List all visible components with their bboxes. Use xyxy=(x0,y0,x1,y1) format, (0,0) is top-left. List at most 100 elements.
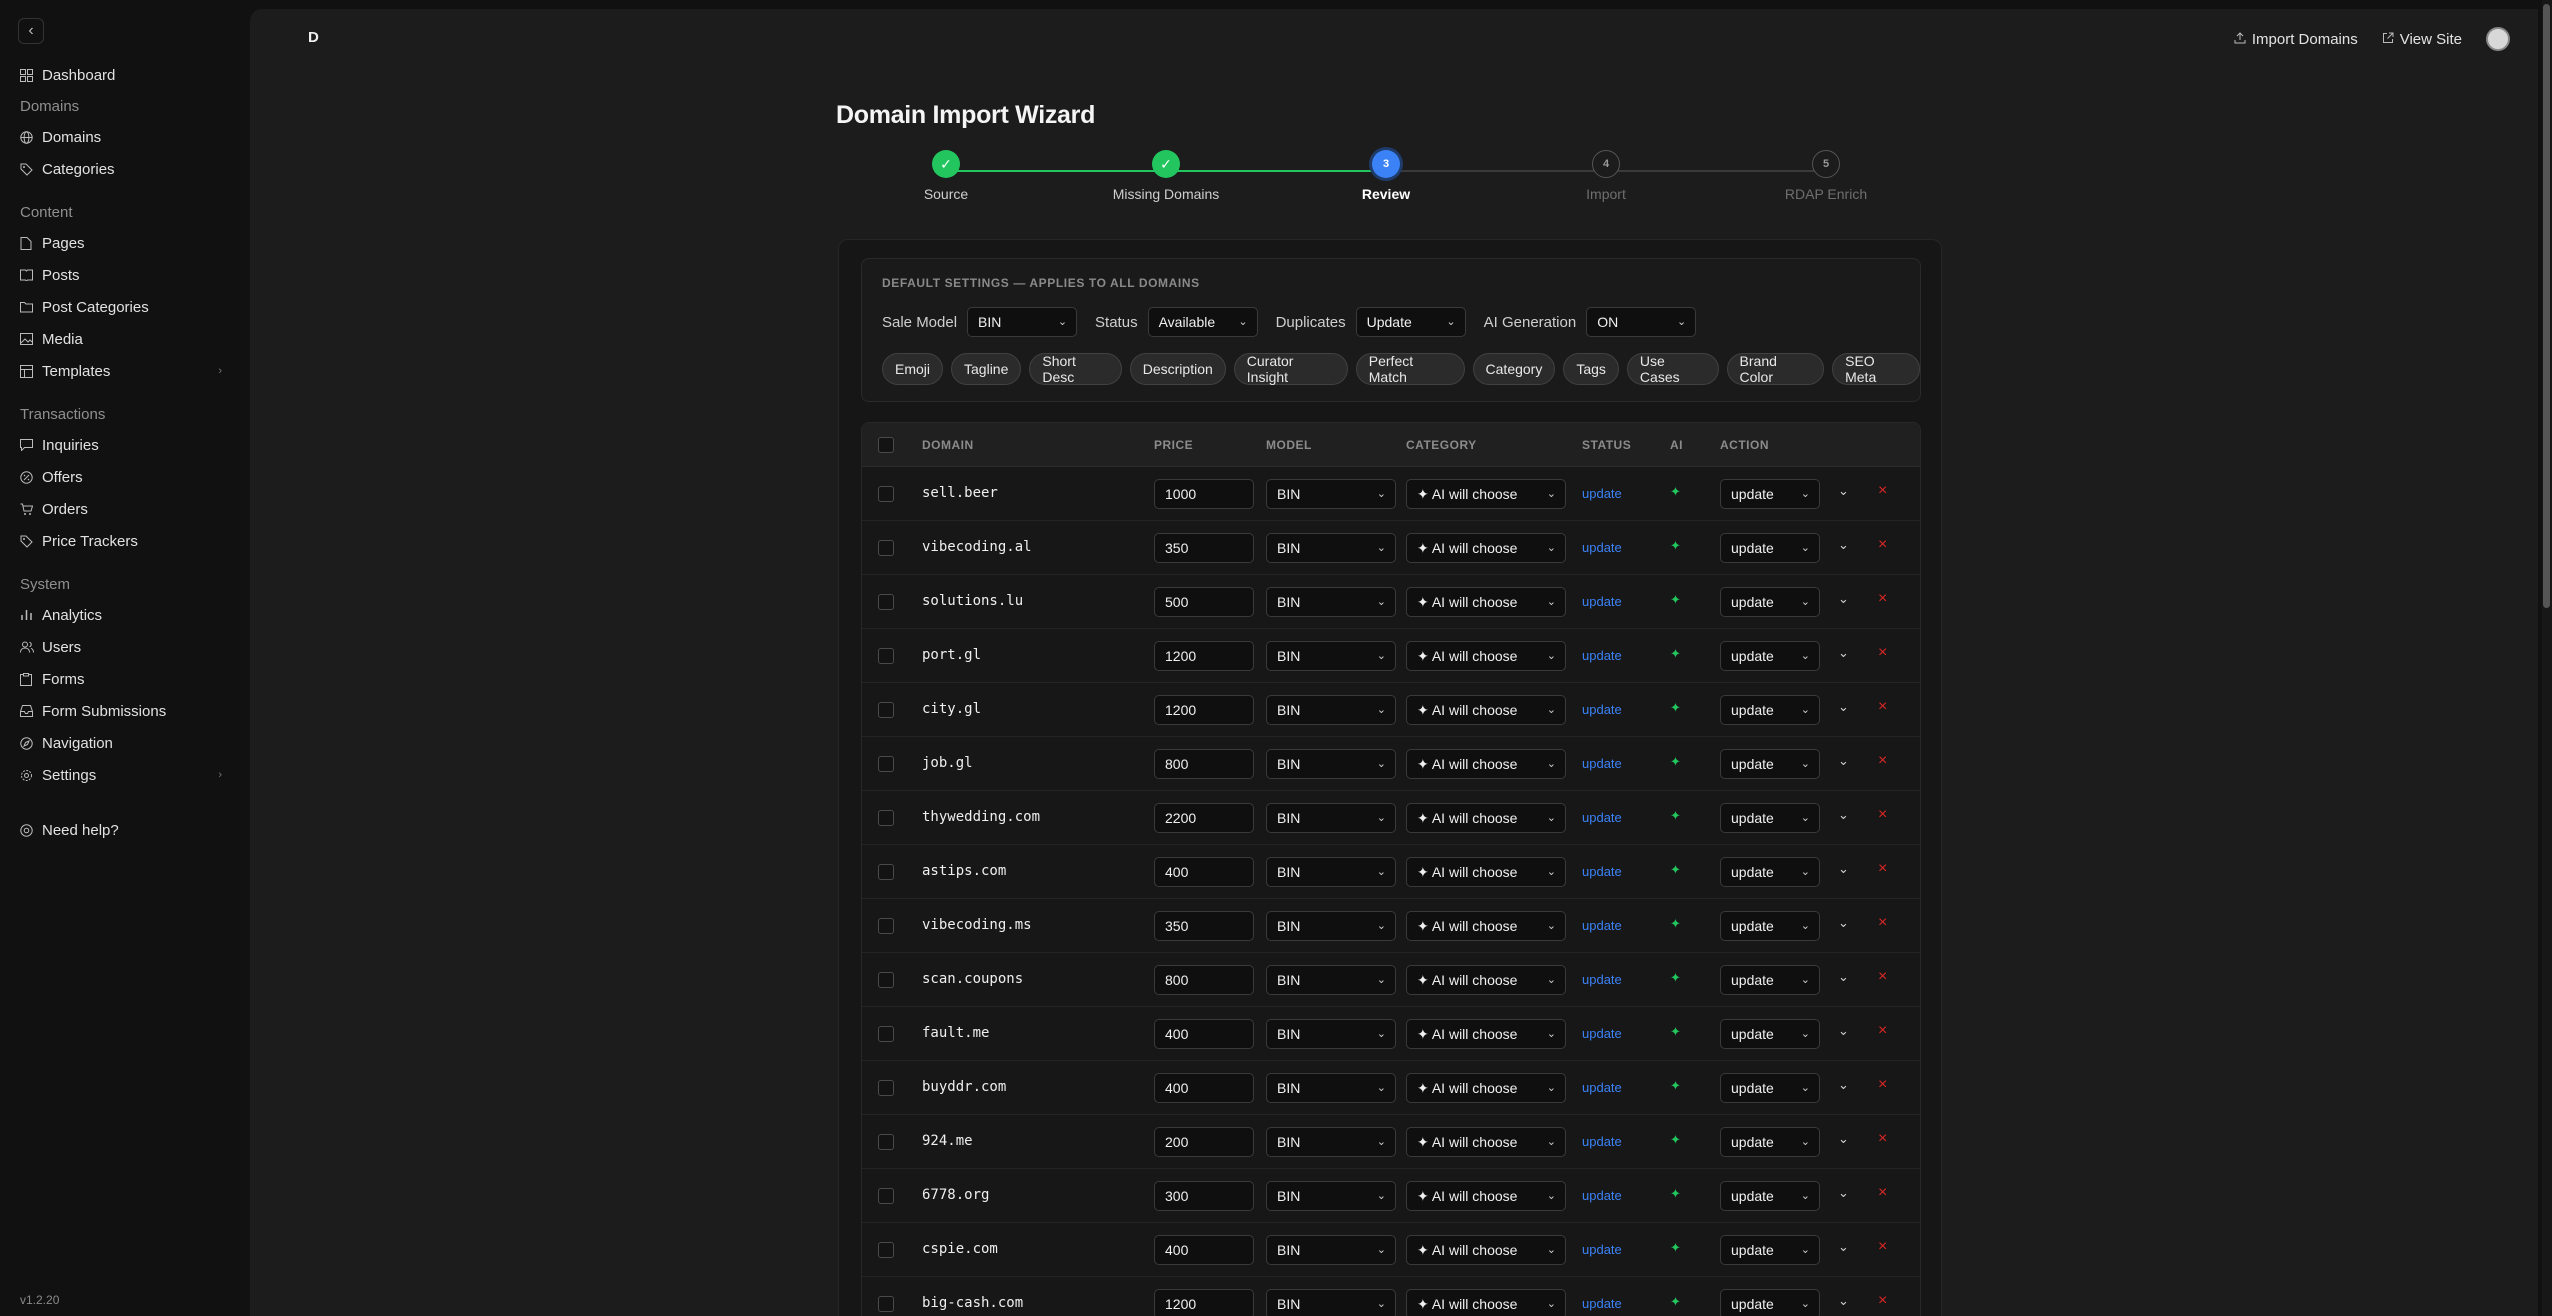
model-select[interactable]: BIN ⌄ xyxy=(1266,1019,1396,1049)
category-select[interactable]: ✦ AI will choose ⌄ xyxy=(1406,857,1566,887)
sidebar-item-categories[interactable]: Categories xyxy=(20,157,220,181)
ai-field-chip[interactable]: Emoji xyxy=(882,353,944,385)
model-select[interactable]: BIN ⌄ xyxy=(1266,479,1396,509)
remove-row-icon[interactable]: × xyxy=(1878,1292,1887,1310)
remove-row-icon[interactable]: × xyxy=(1878,1022,1887,1040)
expand-row-icon[interactable]: ⌄ xyxy=(1838,915,1849,931)
row-checkbox[interactable] xyxy=(878,648,894,664)
sidebar-item-price-trackers[interactable]: Price Trackers xyxy=(20,529,220,553)
status-link[interactable]: update xyxy=(1582,594,1622,609)
sidebar-item-pages[interactable]: Pages xyxy=(20,231,220,255)
expand-row-icon[interactable]: ⌄ xyxy=(1838,807,1849,823)
expand-row-icon[interactable]: ⌄ xyxy=(1838,1023,1849,1039)
sidebar-item-orders[interactable]: Orders xyxy=(20,497,220,521)
remove-row-icon[interactable]: × xyxy=(1878,914,1887,932)
sidebar-item-media[interactable]: Media xyxy=(20,327,220,351)
column-header-ai[interactable]: AI xyxy=(1670,438,1683,452)
column-header-action[interactable]: ACTION xyxy=(1720,438,1769,452)
status-link[interactable]: update xyxy=(1582,1080,1622,1095)
row-checkbox[interactable] xyxy=(878,1026,894,1042)
remove-row-icon[interactable]: × xyxy=(1878,698,1887,716)
model-select[interactable]: BIN ⌄ xyxy=(1266,749,1396,779)
remove-row-icon[interactable]: × xyxy=(1878,482,1887,500)
row-checkbox[interactable] xyxy=(878,756,894,772)
expand-row-icon[interactable]: ⌄ xyxy=(1838,1293,1849,1309)
expand-row-icon[interactable]: ⌄ xyxy=(1838,969,1849,985)
model-select[interactable]: BIN ⌄ xyxy=(1266,803,1396,833)
row-checkbox[interactable] xyxy=(878,1296,894,1312)
ai-field-chip[interactable]: Brand Color xyxy=(1726,353,1825,385)
model-select[interactable]: BIN ⌄ xyxy=(1266,533,1396,563)
expand-row-icon[interactable]: ⌄ xyxy=(1838,753,1849,769)
expand-row-icon[interactable]: ⌄ xyxy=(1838,591,1849,607)
expand-row-icon[interactable]: ⌄ xyxy=(1838,483,1849,499)
duplicates-select[interactable]: Update ⌄ xyxy=(1355,307,1466,337)
collapse-sidebar-button[interactable]: ‹ xyxy=(18,18,44,44)
row-checkbox[interactable] xyxy=(878,486,894,502)
row-checkbox[interactable] xyxy=(878,972,894,988)
model-select[interactable]: BIN ⌄ xyxy=(1266,1073,1396,1103)
category-select[interactable]: ✦ AI will choose ⌄ xyxy=(1406,533,1566,563)
status-link[interactable]: update xyxy=(1582,702,1622,717)
page-scrollbar[interactable] xyxy=(2542,0,2552,1316)
model-select[interactable]: BIN ⌄ xyxy=(1266,1181,1396,1211)
expand-row-icon[interactable]: ⌄ xyxy=(1838,861,1849,877)
model-select[interactable]: BIN ⌄ xyxy=(1266,1235,1396,1265)
wizard-step[interactable]: 5 RDAP Enrich xyxy=(1726,144,1926,202)
remove-row-icon[interactable]: × xyxy=(1878,536,1887,554)
column-header-status[interactable]: STATUS xyxy=(1582,438,1631,452)
avatar[interactable] xyxy=(2486,27,2510,51)
ai-field-chip[interactable]: Tags xyxy=(1563,353,1619,385)
wizard-step[interactable]: 3 Review xyxy=(1286,144,1486,202)
remove-row-icon[interactable]: × xyxy=(1878,1076,1887,1094)
sidebar-item-posts[interactable]: Posts xyxy=(20,263,220,287)
category-select[interactable]: ✦ AI will choose ⌄ xyxy=(1406,1235,1566,1265)
select-all-checkbox[interactable] xyxy=(878,437,894,453)
status-link[interactable]: update xyxy=(1582,1026,1622,1041)
action-select[interactable]: update ⌄ xyxy=(1720,857,1820,887)
price-input[interactable]: 400 xyxy=(1154,1019,1254,1049)
expand-row-icon[interactable]: ⌄ xyxy=(1838,699,1849,715)
price-input[interactable]: 500 xyxy=(1154,587,1254,617)
brand-logo[interactable]: D xyxy=(308,29,319,46)
sidebar-item-form-submissions[interactable]: Form Submissions xyxy=(20,699,220,723)
action-select[interactable]: update ⌄ xyxy=(1720,749,1820,779)
expand-row-icon[interactable]: ⌄ xyxy=(1838,1239,1849,1255)
sidebar-item-navigation[interactable]: Navigation xyxy=(20,731,220,755)
status-link[interactable]: update xyxy=(1582,1134,1622,1149)
remove-row-icon[interactable]: × xyxy=(1878,806,1887,824)
remove-row-icon[interactable]: × xyxy=(1878,644,1887,662)
model-select[interactable]: BIN ⌄ xyxy=(1266,1127,1396,1157)
status-link[interactable]: update xyxy=(1582,486,1622,501)
ai-field-chip[interactable]: Description xyxy=(1129,353,1226,385)
category-select[interactable]: ✦ AI will choose ⌄ xyxy=(1406,965,1566,995)
price-input[interactable]: 1200 xyxy=(1154,641,1254,671)
category-select[interactable]: ✦ AI will choose ⌄ xyxy=(1406,803,1566,833)
category-select[interactable]: ✦ AI will choose ⌄ xyxy=(1406,641,1566,671)
category-select[interactable]: ✦ AI will choose ⌄ xyxy=(1406,1181,1566,1211)
category-select[interactable]: ✦ AI will choose ⌄ xyxy=(1406,479,1566,509)
view-site-link[interactable]: View Site xyxy=(2382,31,2462,48)
wizard-step[interactable]: 4 Import xyxy=(1506,144,1706,202)
expand-row-icon[interactable]: ⌄ xyxy=(1838,1131,1849,1147)
ai-field-chip[interactable]: Category xyxy=(1472,353,1556,385)
sidebar-item-settings[interactable]: Settings › xyxy=(20,763,222,787)
price-input[interactable]: 1200 xyxy=(1154,695,1254,725)
remove-row-icon[interactable]: × xyxy=(1878,1130,1887,1148)
model-select[interactable]: BIN ⌄ xyxy=(1266,695,1396,725)
action-select[interactable]: update ⌄ xyxy=(1720,965,1820,995)
status-link[interactable]: update xyxy=(1582,864,1622,879)
price-input[interactable]: 400 xyxy=(1154,857,1254,887)
row-checkbox[interactable] xyxy=(878,918,894,934)
category-select[interactable]: ✦ AI will choose ⌄ xyxy=(1406,911,1566,941)
action-select[interactable]: update ⌄ xyxy=(1720,1289,1820,1316)
row-checkbox[interactable] xyxy=(878,810,894,826)
price-input[interactable]: 400 xyxy=(1154,1073,1254,1103)
model-select[interactable]: BIN ⌄ xyxy=(1266,911,1396,941)
model-select[interactable]: BIN ⌄ xyxy=(1266,587,1396,617)
status-link[interactable]: update xyxy=(1582,918,1622,933)
expand-row-icon[interactable]: ⌄ xyxy=(1838,1077,1849,1093)
price-input[interactable]: 800 xyxy=(1154,965,1254,995)
category-select[interactable]: ✦ AI will choose ⌄ xyxy=(1406,1073,1566,1103)
action-select[interactable]: update ⌄ xyxy=(1720,479,1820,509)
